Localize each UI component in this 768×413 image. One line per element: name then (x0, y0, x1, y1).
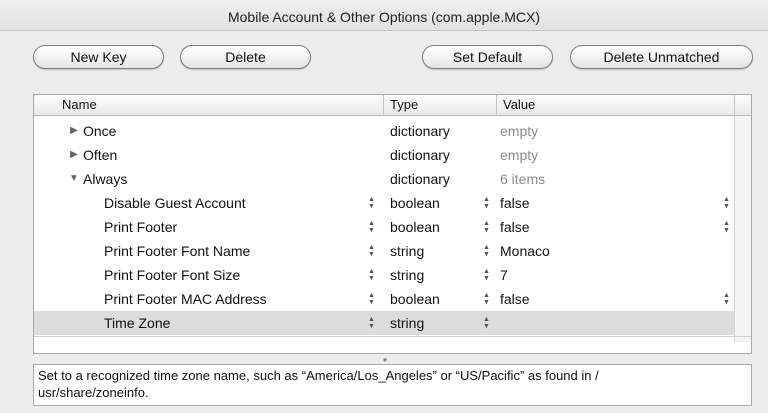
row-value: 7 (500, 267, 508, 283)
row-name: Often (83, 147, 118, 163)
disclosure-triangle-right-icon[interactable]: ▶ (70, 143, 78, 167)
up-down-stepper-icon[interactable]: ▲ ▼ (368, 268, 375, 282)
row-name: Print Footer Font Size (104, 267, 241, 283)
row-name: Print Footer Font Name (104, 243, 251, 259)
up-down-stepper-icon[interactable]: ▲ ▼ (368, 244, 375, 258)
up-down-stepper-icon[interactable]: ▲ ▼ (483, 196, 490, 210)
up-down-stepper-icon[interactable]: ▲ ▼ (368, 316, 375, 330)
row-type: boolean (390, 195, 440, 211)
description-line-2: usr/share/zoneinfo. (38, 385, 149, 400)
row-type: boolean (390, 219, 440, 235)
row-type: string (390, 267, 425, 283)
up-down-stepper-icon[interactable]: ▲ ▼ (483, 268, 490, 282)
row-type: dictionary (390, 123, 450, 139)
preferences-table: Name Type Value ▶ Once dictionary empty … (33, 94, 752, 354)
column-header-value[interactable]: Value (496, 95, 734, 115)
row-type: boolean (390, 291, 440, 307)
row-value: 6 items (500, 171, 546, 187)
table-row[interactable]: ▶ Once dictionary empty (34, 119, 735, 143)
up-down-stepper-icon[interactable]: ▲ ▼ (368, 220, 375, 234)
up-down-stepper-icon[interactable]: ▲ ▼ (368, 292, 375, 306)
delete-unmatched-button[interactable]: Delete Unmatched (570, 45, 753, 69)
row-name: Once (83, 123, 117, 139)
row-name: Print Footer MAC Address (104, 291, 267, 307)
row-value: false (500, 291, 530, 307)
row-type: dictionary (390, 171, 450, 187)
row-type: string (390, 243, 425, 259)
new-key-button[interactable]: New Key (33, 45, 164, 69)
up-down-stepper-icon[interactable]: ▲ ▼ (483, 220, 490, 234)
set-default-button[interactable]: Set Default (422, 45, 553, 69)
row-value: empty (500, 147, 539, 163)
up-down-stepper-icon[interactable]: ▲ ▼ (368, 196, 375, 210)
up-down-stepper-icon[interactable]: ▲ ▼ (723, 220, 730, 234)
row-type: string (390, 315, 425, 331)
row-name: Print Footer (104, 219, 178, 235)
divider (34, 336, 751, 337)
row-name: Always (83, 171, 128, 187)
disclosure-triangle-down-icon[interactable]: ▼ (69, 167, 79, 191)
column-header-name[interactable]: Name (62, 95, 385, 115)
table-header: Name Type Value (34, 95, 751, 116)
up-down-stepper-icon[interactable]: ▲ ▼ (483, 292, 490, 306)
row-name: Disable Guest Account (104, 195, 246, 211)
table-row[interactable]: ▶ Often dictionary empty (34, 143, 735, 167)
table-row[interactable]: Print Footer MAC Address ▲ ▼ boolean ▲ ▼ f… (34, 287, 735, 311)
up-down-stepper-icon[interactable]: ▲ ▼ (483, 316, 490, 330)
column-header-corner (734, 95, 751, 115)
description-line-1: Set to a recognized time zone name, such… (38, 368, 599, 383)
up-down-stepper-icon[interactable]: ▲ ▼ (723, 292, 730, 306)
column-header-type[interactable]: Type (383, 95, 496, 115)
table-row[interactable]: Print Footer ▲ ▼ boolean ▲ ▼ false ▲ ▼ (34, 215, 735, 239)
row-value: false (500, 195, 530, 211)
table-row[interactable]: ▼ Always dictionary 6 items (34, 167, 735, 191)
row-value: false (500, 219, 530, 235)
up-down-stepper-icon[interactable]: ▲ ▼ (483, 244, 490, 258)
table-row[interactable]: Disable Guest Account ▲ ▼ boolean ▲ ▼ fals… (34, 191, 735, 215)
row-value: empty (500, 123, 539, 139)
table-row[interactable]: Print Footer Font Name ▲ ▼ string ▲ ▼ Mona… (34, 239, 735, 263)
row-name: Time Zone (104, 315, 171, 331)
table-row[interactable]: Print Footer Font Size ▲ ▼ string ▲ ▼ 7 (34, 263, 735, 287)
description-panel: Set to a recognized time zone name, such… (33, 364, 752, 406)
disclosure-triangle-right-icon[interactable]: ▶ (70, 119, 78, 143)
split-view-handle-icon[interactable]: ● (382, 356, 388, 364)
row-type: dictionary (390, 147, 450, 163)
row-value: Monaco (500, 243, 550, 259)
vertical-scrollbar[interactable] (734, 116, 751, 342)
table-row-selected[interactable]: Time Zone ▲ ▼ string ▲ ▼ (34, 311, 735, 335)
delete-button[interactable]: Delete (180, 45, 311, 69)
window-title: Mobile Account & Other Options (com.appl… (0, 0, 768, 31)
up-down-stepper-icon[interactable]: ▲ ▼ (723, 196, 730, 210)
